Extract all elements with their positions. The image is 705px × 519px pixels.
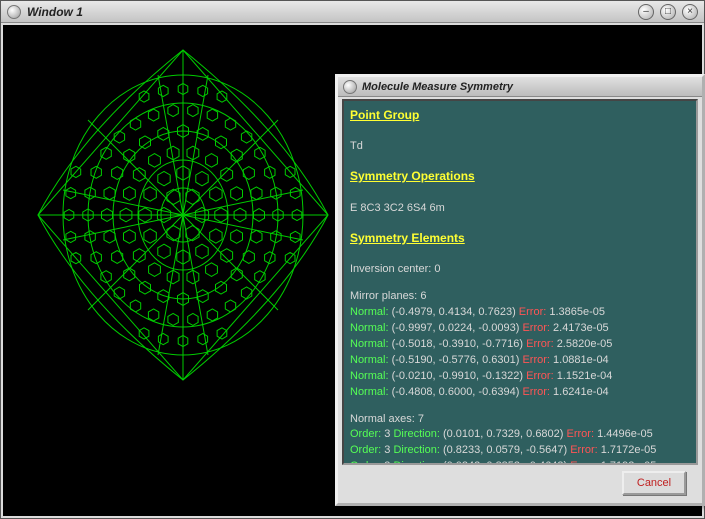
minimize-button[interactable]: –	[638, 4, 654, 20]
axis-row: Order: 3 Direction: (0.0101, 0.7329, 0.6…	[350, 427, 690, 443]
mirror-header: Mirror planes: 6	[350, 289, 690, 305]
axis-row: Order: 3 Direction: (0.8233, 0.0579, -0.…	[350, 443, 690, 459]
mirror-row: Normal: (-0.9997, 0.0224, -0.0093) Error…	[350, 321, 690, 337]
dialog-button-bar: Cancel	[342, 467, 698, 499]
close-button[interactable]: ×	[682, 4, 698, 20]
mirror-label: Mirror planes:	[350, 290, 417, 302]
axes-count: 7	[418, 413, 424, 425]
mirror-row: Normal: (-0.5018, -0.3910, -0.7716) Erro…	[350, 337, 690, 353]
molecule-mesh	[23, 40, 343, 390]
dialog-body[interactable]: Point Group Td Symmetry Operations E 8C3…	[342, 99, 698, 465]
axis-row: Order: 3 Direction: (0.0242, 0.8853, -0.…	[350, 459, 690, 465]
axes-label: Normal axes:	[350, 413, 415, 425]
operations-heading: Symmetry Operations	[350, 168, 690, 185]
inversion-label: Inversion center:	[350, 263, 431, 275]
window-title: Window 1	[27, 5, 83, 19]
maximize-button[interactable]: □	[660, 4, 676, 20]
mirror-count: 6	[420, 290, 426, 302]
mirror-row: Normal: (-0.4808, 0.6000, -0.6394) Error…	[350, 385, 690, 401]
operations-value: E 8C3 3C2 6S4 6m	[350, 201, 690, 217]
inversion-value: 0	[434, 263, 440, 275]
dialog-icon	[343, 80, 357, 94]
mirror-row: Normal: (-0.0210, -0.9910, -0.1322) Erro…	[350, 369, 690, 385]
mirror-row: Normal: (-0.4979, 0.4134, 0.7623) Error:…	[350, 305, 690, 321]
symmetry-dialog: Molecule Measure Symmetry Point Group Td…	[335, 74, 705, 506]
axes-list: Order: 3 Direction: (0.0101, 0.7329, 0.6…	[350, 427, 690, 465]
elements-heading: Symmetry Elements	[350, 230, 690, 247]
inversion-row: Inversion center: 0	[350, 262, 690, 278]
point-group-heading: Point Group	[350, 107, 690, 124]
point-group-value: Td	[350, 139, 690, 155]
mirror-list: Normal: (-0.4979, 0.4134, 0.7623) Error:…	[350, 305, 690, 401]
mirror-row: Normal: (-0.5190, -0.5776, 0.6301) Error…	[350, 353, 690, 369]
cancel-button[interactable]: Cancel	[622, 471, 686, 495]
dialog-title: Molecule Measure Symmetry	[362, 81, 513, 93]
dialog-titlebar[interactable]: Molecule Measure Symmetry	[338, 77, 702, 97]
app-icon	[7, 5, 21, 19]
main-titlebar[interactable]: Window 1 – □ ×	[1, 1, 704, 23]
axes-header: Normal axes: 7	[350, 412, 690, 428]
